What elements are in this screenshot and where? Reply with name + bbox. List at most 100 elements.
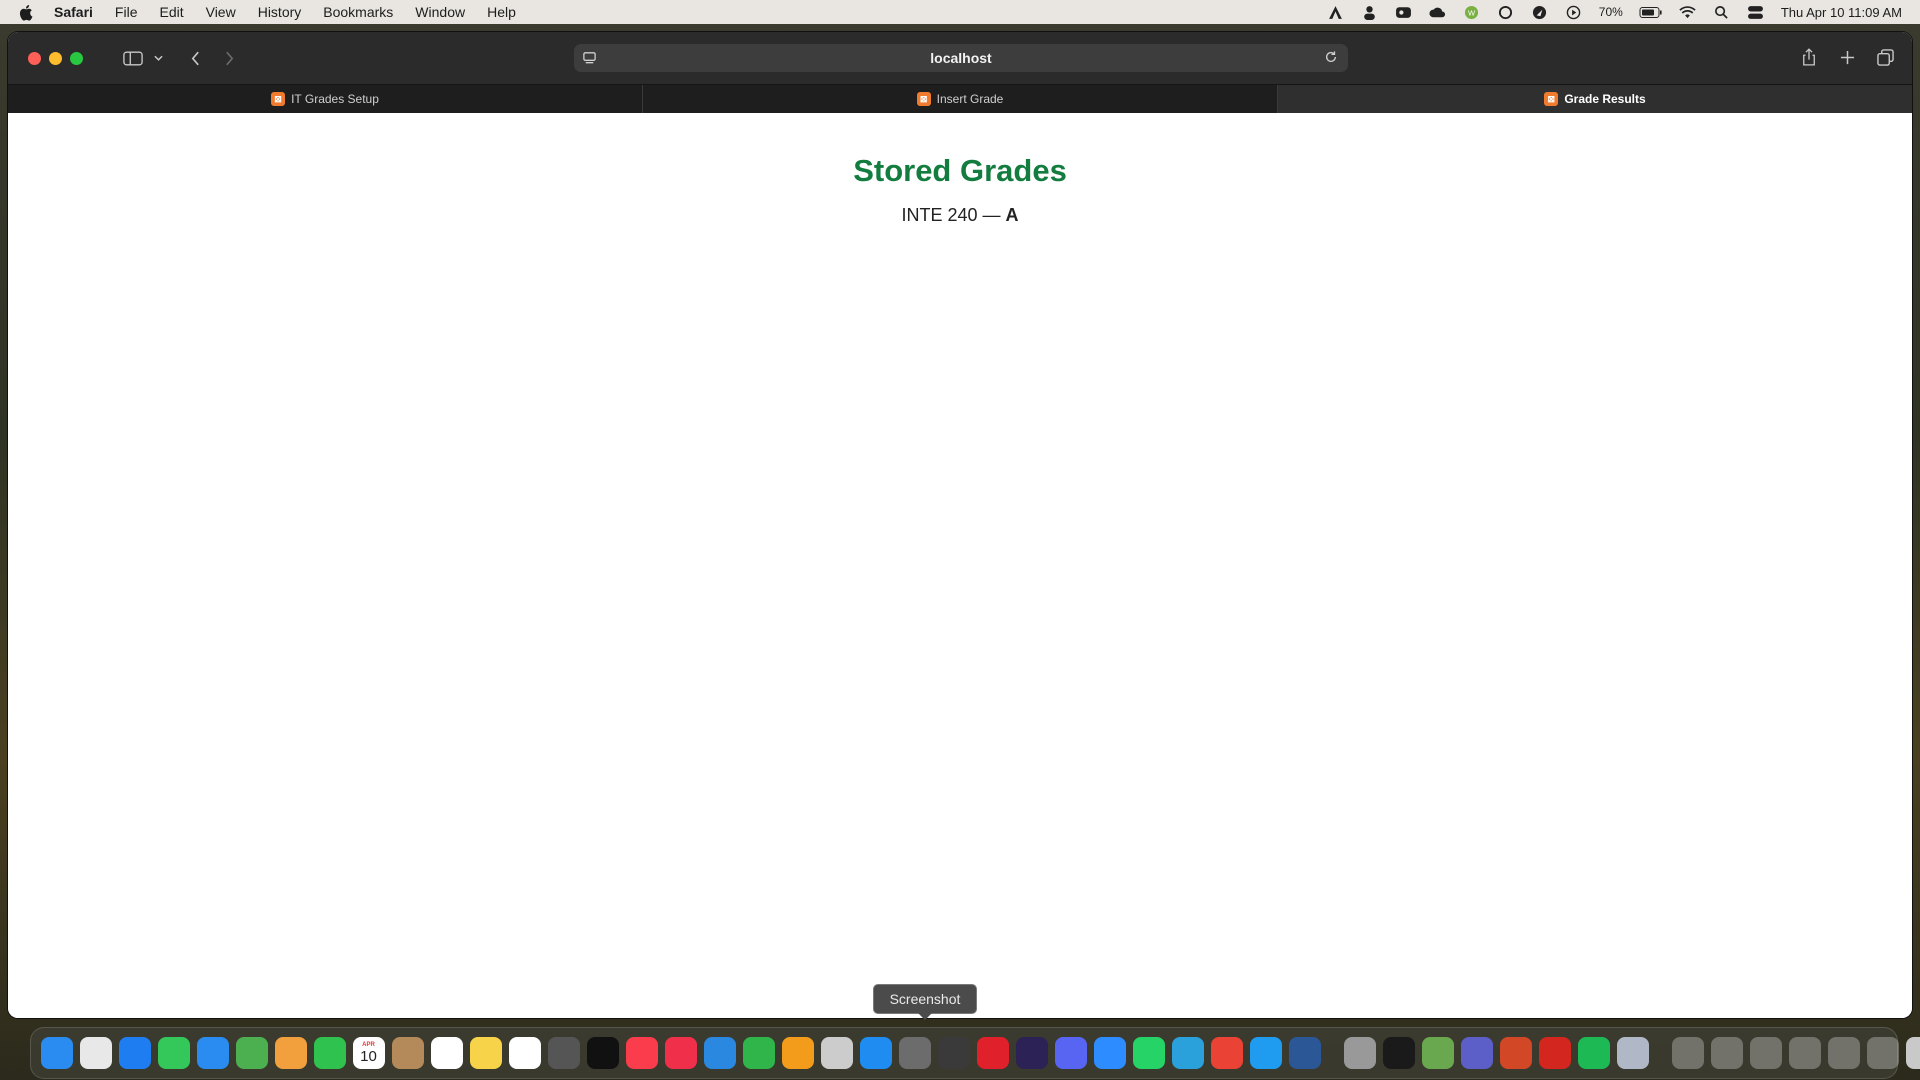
reload-icon[interactable] [1324,50,1340,66]
calendar-icon[interactable]: APR 10 [352,1037,385,1069]
status-app-icon[interactable] [1327,5,1345,19]
system-settings-icon[interactable] [898,1037,931,1069]
teams-icon[interactable] [1460,1037,1493,1069]
terminal-icon[interactable] [1382,1037,1415,1069]
spotify-icon[interactable] [1577,1037,1610,1069]
quill-icon[interactable] [1343,1037,1376,1069]
contacts-icon[interactable] [391,1037,424,1069]
safari-icon[interactable] [118,1037,151,1069]
toolbar-right-actions [1800,46,1894,68]
keynote-icon[interactable] [703,1037,736,1069]
controls-status-icon[interactable] [1395,5,1413,19]
play-status-icon[interactable] [1565,5,1583,19]
screenshots-stack-icon[interactable] [1749,1037,1782,1069]
close-window-button[interactable] [28,51,41,65]
battery-percent: 70% [1598,5,1623,19]
tab-insert-grade[interactable]: ⊠ Insert Grade [643,85,1278,113]
documents-stack-icon[interactable] [1710,1037,1743,1069]
discord-icon[interactable] [1054,1037,1087,1069]
zoom-icon[interactable] [1093,1037,1126,1069]
menu-app-name[interactable]: Safari [54,4,93,20]
zoom-window-button[interactable] [70,51,83,65]
menu-view[interactable]: View [206,4,236,20]
grade-separator: — [977,205,1006,225]
wifi-icon[interactable] [1679,5,1697,19]
address-bar[interactable]: localhost [574,44,1348,72]
messages-icon[interactable] [157,1037,190,1069]
page-title: Stored Grades [853,153,1067,188]
new-tab-plus-icon[interactable] [1838,46,1856,68]
menu-help[interactable]: Help [487,4,516,20]
tab-label: Grade Results [1564,92,1646,106]
tab-grade-results[interactable]: ⊠ Grade Results [1278,85,1912,113]
tab-bar: ⊠ IT Grades Setup ⊠ Insert Grade ⊠ Grade… [8,84,1912,113]
dock: APR 10 [30,1027,1920,1079]
word-icon[interactable] [1288,1037,1321,1069]
navigation-status-icon[interactable] [1531,5,1549,19]
tab-it-grades-setup[interactable]: ⊠ IT Grades Setup [8,85,643,113]
downloads-stack-icon[interactable] [1671,1037,1704,1069]
tab-label: IT Grades Setup [291,92,379,106]
battery-icon[interactable] [1639,5,1663,19]
menu-window[interactable]: Window [415,4,465,20]
user-status-icon[interactable] [1361,5,1379,20]
utility-icon[interactable] [1616,1037,1649,1069]
chevron-down-icon[interactable] [151,46,165,70]
url-text[interactable]: localhost [930,50,991,66]
page-content: Stored Grades INTE 240 — A [8,113,1912,1018]
pages-icon[interactable] [781,1037,814,1069]
screenshot-icon[interactable] [937,1037,970,1069]
reminders-icon[interactable] [430,1037,463,1069]
mail-icon[interactable] [196,1037,229,1069]
page-menu-icon[interactable] [582,50,598,66]
grade-value: A [1005,205,1019,225]
powerpoint-icon[interactable] [1499,1037,1532,1069]
facetime-icon[interactable] [313,1037,346,1069]
eclipse-icon[interactable] [1015,1037,1048,1069]
webex-icon[interactable] [1421,1037,1454,1069]
spotlight-search-icon[interactable] [1713,5,1731,19]
safari-window: localhost ⊠ IT Grades Setup ⊠ Insert Gra… [8,32,1912,1018]
finder-icon[interactable] [40,1037,73,1069]
photos-icon[interactable] [274,1037,307,1069]
menu-edit[interactable]: Edit [159,4,183,20]
back-arrow-icon[interactable] [187,46,203,70]
menubar-clock[interactable]: Thu Apr 10 11:09 AM [1781,5,1902,20]
apple-menu-icon[interactable] [18,4,38,21]
menu-history[interactable]: History [258,4,302,20]
numbers-icon[interactable] [742,1037,775,1069]
forward-arrow-icon[interactable] [221,46,237,70]
folder-stack-icon[interactable] [1827,1037,1860,1069]
minimize-window-button[interactable] [49,51,62,65]
maps-icon[interactable] [235,1037,268,1069]
sidebar-toggle-icon[interactable] [121,46,145,70]
xcode-stylus-icon[interactable] [820,1037,853,1069]
menu-bookmarks[interactable]: Bookmarks [323,4,393,20]
share-icon[interactable] [1800,46,1818,68]
whatsapp-icon[interactable] [1132,1037,1165,1069]
opera-icon[interactable] [976,1037,1009,1069]
openai-status-icon[interactable] [1497,5,1515,19]
notes-icon[interactable] [469,1037,502,1069]
cloud-icon[interactable] [1429,5,1447,19]
menu-file[interactable]: File [115,4,138,20]
grade-entry: INTE 240 — A [8,205,1912,226]
telegram-icon[interactable] [1171,1037,1204,1069]
vscode-icon[interactable] [1249,1037,1282,1069]
desktop-stack-icon[interactable] [1788,1037,1821,1069]
acrobat-icon[interactable] [1538,1037,1571,1069]
calculator-icon[interactable] [547,1037,580,1069]
tv-icon[interactable] [586,1037,619,1069]
course-code: INTE 240 [901,205,978,225]
webex-status-icon[interactable]: W [1463,5,1481,19]
freeform-icon[interactable] [508,1037,541,1069]
news-icon[interactable] [664,1037,697,1069]
music-icon[interactable] [625,1037,658,1069]
control-center-icon[interactable] [1747,5,1765,19]
files-stack-icon[interactable] [1866,1037,1899,1069]
trash-icon[interactable] [1905,1037,1920,1069]
app-store-icon[interactable] [859,1037,892,1069]
launchpad-icon[interactable] [79,1037,112,1069]
chrome-icon[interactable] [1210,1037,1243,1069]
tab-overview-icon[interactable] [1876,46,1894,68]
